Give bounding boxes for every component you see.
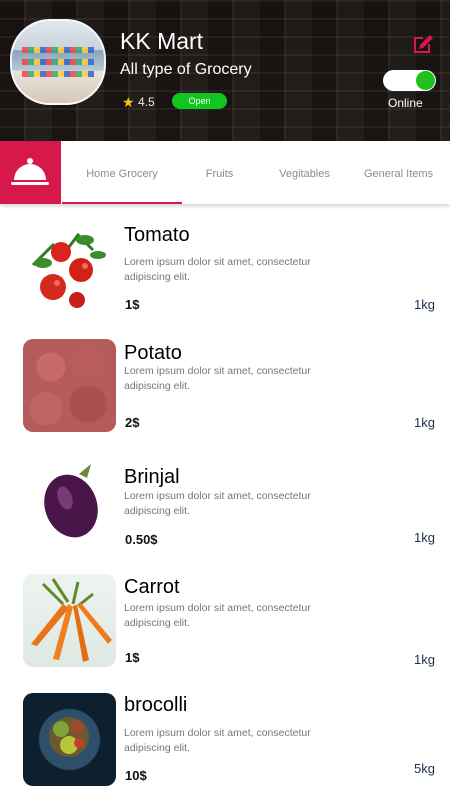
food-cloche-icon xyxy=(11,158,49,185)
product-quantity: 1kg xyxy=(414,415,435,430)
product-name: Potato xyxy=(124,342,182,364)
store-rating: 4.5 xyxy=(138,95,155,109)
tab-home-grocery[interactable]: Home Grocery xyxy=(62,141,182,204)
store-avatar[interactable] xyxy=(10,19,106,105)
product-quantity: 1kg xyxy=(414,530,435,545)
product-price: 1$ xyxy=(125,297,140,312)
product-name: Brinjal xyxy=(124,466,180,488)
product-price: 2$ xyxy=(125,415,140,430)
product-item-tomato[interactable]: Tomato Lorem ipsum dolor sit amet, conse… xyxy=(0,220,450,330)
product-quantity: 5kg xyxy=(414,761,435,776)
store-name: KK Mart xyxy=(120,28,204,54)
product-description: Lorem ipsum dolor sit amet, consectetur … xyxy=(124,256,311,283)
tab-vegitables[interactable]: Vegitables xyxy=(262,141,347,204)
product-item-brinjal[interactable]: Brinjal Lorem ipsum dolor sit amet, cons… xyxy=(0,456,450,566)
product-item-brocolli[interactable]: brocolli Lorem ipsum dolor sit amet, con… xyxy=(0,690,450,800)
product-item-potato[interactable]: Potato Lorem ipsum dolor sit amet, conse… xyxy=(0,338,450,448)
tab-fruits[interactable]: Fruits xyxy=(182,141,257,204)
product-price: 0.50$ xyxy=(125,532,158,547)
toggle-knob xyxy=(416,71,435,90)
product-quantity: 1kg xyxy=(414,297,435,312)
online-label: Online xyxy=(388,96,423,110)
edit-icon[interactable] xyxy=(411,32,435,56)
product-description: Lorem ipsum dolor sit amet, consectetur … xyxy=(124,490,311,517)
product-description: Lorem ipsum dolor sit amet, consectetur … xyxy=(124,727,311,754)
product-image-brocolli xyxy=(23,693,116,786)
store-header: KK Mart All type of Grocery ★ 4.5 Open O… xyxy=(0,0,450,141)
star-icon: ★ xyxy=(122,94,135,110)
product-name: Tomato xyxy=(124,224,190,246)
product-image-carrot xyxy=(23,574,116,667)
tab-general-items[interactable]: General Items xyxy=(352,141,445,204)
product-name: Carrot xyxy=(124,576,180,598)
status-badge: Open xyxy=(172,93,227,109)
store-subtitle: All type of Grocery xyxy=(120,61,252,78)
product-image-brinjal xyxy=(23,456,116,549)
online-toggle[interactable] xyxy=(383,70,436,91)
product-item-carrot[interactable]: Carrot Lorem ipsum dolor sit amet, conse… xyxy=(0,572,450,682)
product-image-tomato xyxy=(23,225,116,318)
product-image-potato xyxy=(23,339,116,432)
product-description: Lorem ipsum dolor sit amet, consectetur … xyxy=(124,602,311,629)
menu-tab-button[interactable] xyxy=(0,141,61,204)
product-price: 1$ xyxy=(125,650,140,665)
product-description: Lorem ipsum dolor sit amet, consectetur … xyxy=(124,365,311,392)
product-quantity: 1kg xyxy=(414,652,435,667)
product-price: 10$ xyxy=(125,768,147,783)
product-name: brocolli xyxy=(124,694,188,716)
category-tabbar: Home Grocery Fruits Vegitables General I… xyxy=(0,141,450,204)
